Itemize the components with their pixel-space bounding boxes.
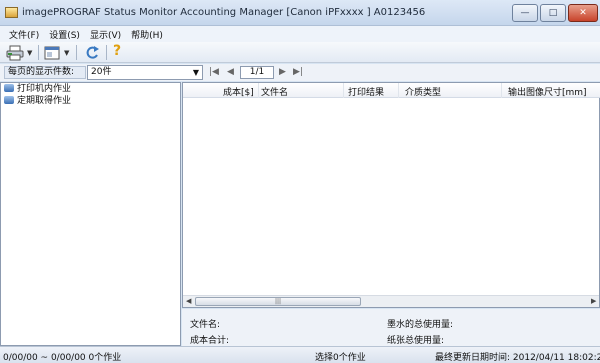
help-icon[interactable]: ?: [113, 43, 121, 59]
scrollbar-thumb[interactable]: |||: [195, 297, 361, 306]
toolbar-separator: [76, 45, 77, 60]
toolbar: ▼ ▼ ?: [0, 42, 600, 63]
column-divider[interactable]: [258, 83, 259, 98]
window-title: imagePROGRAF Status Monitor Accounting M…: [22, 7, 426, 18]
scroll-left-icon[interactable]: ◀: [186, 297, 191, 305]
first-page-icon[interactable]: |◀: [209, 67, 219, 77]
status-bar: 0/00/00 ~ 0/00/00 0个作业 选择0个作业 最终更新日期时间: …: [0, 346, 600, 363]
tree-item-printer-jobs[interactable]: 打印机内作业: [1, 83, 180, 95]
column-divider[interactable]: [343, 83, 344, 98]
maximize-button[interactable]: □: [540, 4, 566, 22]
window-dropdown-arrow[interactable]: ▼: [64, 49, 69, 57]
tree-item-label: 打印机内作业: [17, 84, 72, 94]
paging-row: 每页的显示件数: 20件 ▼ |◀ ◀ 1/1 ▶ ▶|: [0, 64, 600, 81]
refresh-icon[interactable]: [84, 45, 100, 61]
menu-help[interactable]: 帮助(H): [126, 26, 168, 41]
per-page-select[interactable]: 20件 ▼: [87, 65, 203, 80]
status-last-updated: 最终更新日期时间: 2012/04/11 18:02:25: [435, 353, 600, 363]
menu-settings[interactable]: 设置(S): [44, 26, 85, 41]
title-bar: imagePROGRAF Status Monitor Accounting M…: [0, 0, 600, 26]
column-header-filename[interactable]: 文件名: [261, 85, 288, 98]
scroll-right-icon[interactable]: ▶: [591, 297, 596, 305]
summary-panel: 文件名: 成本合计: 墨水的总使用量: 纸张总使用量:: [182, 309, 600, 346]
status-selection: 选择0个作业: [315, 353, 366, 363]
status-date-range: 0/00/00 ~ 0/00/00 0个作业: [3, 353, 122, 363]
column-divider[interactable]: [398, 83, 399, 98]
printer-job-icon: [4, 84, 14, 92]
page-indicator[interactable]: 1/1: [240, 66, 274, 79]
menu-view[interactable]: 显示(V): [85, 26, 126, 41]
cost-total-label: 成本合计:: [190, 336, 230, 346]
filename-label: 文件名:: [190, 320, 221, 330]
toolbar-separator: [106, 45, 107, 60]
printer-dropdown-arrow[interactable]: ▼: [27, 49, 32, 57]
last-page-icon[interactable]: ▶|: [293, 67, 303, 77]
column-header-cost[interactable]: 成本[$]: [223, 85, 254, 98]
ink-total-label: 墨水的总使用量:: [387, 320, 454, 330]
chevron-down-icon: ▼: [192, 68, 199, 77]
printer-icon[interactable]: [6, 45, 24, 61]
tree-item-label: 定期取得作业: [17, 96, 72, 106]
horizontal-scrollbar[interactable]: ◀ ||| ▶: [183, 295, 599, 307]
prev-page-icon[interactable]: ◀: [227, 67, 234, 77]
paper-total-label: 纸张总使用量:: [387, 336, 445, 346]
app-icon: [5, 7, 18, 18]
per-page-value: 20件: [91, 67, 112, 77]
tree-item-periodic-jobs[interactable]: 定期取得作业: [1, 95, 180, 107]
menu-file[interactable]: 文件(F): [4, 26, 44, 41]
column-header-media-type[interactable]: 介质类型: [405, 85, 441, 98]
column-header-output-size[interactable]: 输出图像尺寸[mm]: [508, 85, 587, 98]
job-tree: 打印机内作业 定期取得作业: [0, 82, 181, 346]
close-button[interactable]: ✕: [568, 4, 598, 22]
menu-bar: 文件(F) 设置(S) 显示(V) 帮助(H): [0, 26, 600, 42]
toolbar-separator: [38, 45, 39, 60]
column-header-row: 成本[$] 文件名 打印结果 介质类型 输出图像尺寸[mm]: [183, 83, 600, 98]
next-page-icon[interactable]: ▶: [279, 67, 286, 77]
minimize-button[interactable]: —: [512, 4, 538, 22]
column-divider[interactable]: [501, 83, 502, 98]
window-icon[interactable]: [44, 45, 60, 61]
job-list: 成本[$] 文件名 打印结果 介质类型 输出图像尺寸[mm] ◀ ||| ▶: [182, 82, 600, 308]
periodic-job-icon: [4, 96, 14, 104]
per-page-label: 每页的显示件数:: [4, 66, 86, 79]
column-header-print-result[interactable]: 打印结果: [348, 85, 384, 98]
